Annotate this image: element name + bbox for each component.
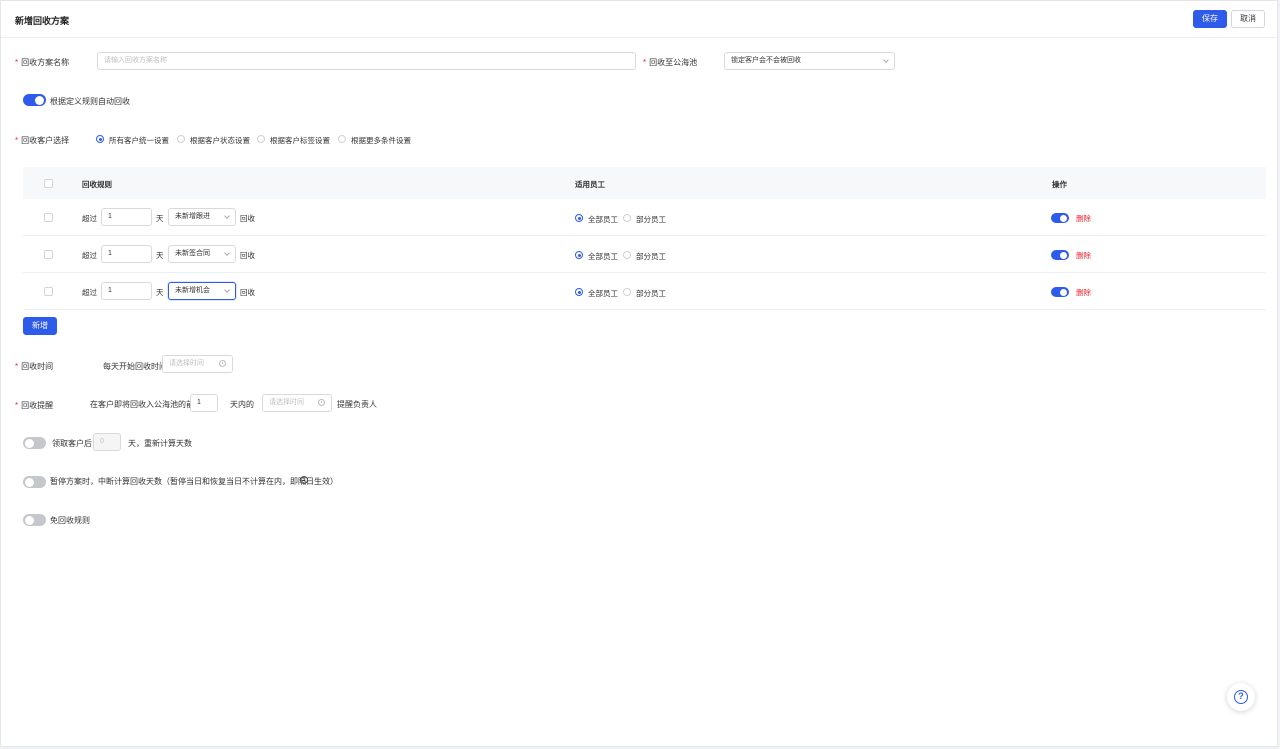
staff-part-label: 部分员工 bbox=[636, 289, 666, 298]
claim-recalc-toggle[interactable] bbox=[23, 437, 46, 449]
radio-by-status-label: 根据客户状态设置 bbox=[190, 136, 250, 145]
rule-prefix: 超过 bbox=[82, 214, 97, 223]
exempt-label: 免回收规则 bbox=[50, 516, 90, 525]
rule-enable-toggle[interactable] bbox=[1051, 250, 1069, 260]
rule-prefix: 超过 bbox=[82, 288, 97, 297]
chevron-down-icon bbox=[883, 57, 889, 63]
delete-link[interactable]: 删除 bbox=[1076, 213, 1091, 224]
table-row: 超过 1 天 未新增跟进 回收 全部员工 部分员工 删除 bbox=[23, 199, 1266, 236]
clock-icon bbox=[219, 360, 226, 367]
auto-recycle-toggle[interactable] bbox=[23, 94, 46, 106]
save-button[interactable]: 保存 bbox=[1193, 10, 1227, 28]
rule-condition-value: 未新签合同 bbox=[175, 250, 210, 257]
rule-unit: 天 bbox=[156, 214, 164, 223]
staff-part-label: 部分员工 bbox=[636, 215, 666, 224]
auto-recycle-label: 根据定义规则自动回收 bbox=[50, 97, 130, 106]
recycle-plan-page: 新增回收方案 保存 取消 * 回收方案名称 请输入回收方案名称 * 回收至公海池 锁… bbox=[0, 0, 1278, 747]
add-rule-button[interactable]: 新增 bbox=[23, 317, 57, 335]
pool-select-value: 锁定客户会不会被回收 bbox=[731, 57, 801, 64]
recycle-time-prefix: 每天开始回收时间 bbox=[103, 362, 167, 371]
recycle-time-placeholder: 请选择时间 bbox=[169, 360, 204, 367]
table-row: 超过 1 天 未新增机会 回收 全部员工 部分员工 删除 bbox=[23, 273, 1266, 310]
rule-suffix: 回收 bbox=[240, 288, 255, 297]
claim-prefix: 领取客户后 bbox=[52, 439, 92, 448]
delete-link[interactable]: 删除 bbox=[1076, 287, 1091, 298]
clock-icon bbox=[318, 399, 325, 406]
reminder-label: * 回收提醒 bbox=[15, 401, 54, 410]
reminder-time-picker[interactable]: 请选择时间 bbox=[262, 394, 332, 412]
plan-name-input[interactable]: 请输入回收方案名称 bbox=[97, 52, 636, 70]
staff-all-radio[interactable] bbox=[575, 251, 583, 259]
reminder-days-input[interactable]: 1 bbox=[190, 394, 218, 412]
rule-days-input[interactable]: 1 bbox=[101, 282, 152, 300]
reminder-middle: 天内的 bbox=[230, 400, 254, 409]
pool-select[interactable]: 锁定客户会不会被回收 bbox=[724, 52, 895, 70]
help-circle-icon[interactable]: ? bbox=[300, 476, 308, 484]
rule-enable-toggle[interactable] bbox=[1051, 287, 1069, 297]
page-header: 新增回收方案 保存 取消 bbox=[1, 1, 1277, 38]
rule-condition-value: 未新增机会 bbox=[175, 287, 210, 294]
select-all-checkbox[interactable] bbox=[44, 179, 53, 188]
rule-unit: 天 bbox=[156, 288, 164, 297]
radio-by-tag-label: 根据客户标签设置 bbox=[270, 136, 330, 145]
delete-link[interactable]: 删除 bbox=[1076, 250, 1091, 261]
claim-days-input[interactable]: 0 bbox=[93, 433, 121, 451]
customer-select-label: * 回收客户选择 bbox=[15, 136, 70, 145]
recycle-time-picker[interactable]: 请选择时间 bbox=[162, 355, 233, 373]
rule-condition-select[interactable]: 未新签合同 bbox=[168, 245, 236, 263]
rule-condition-value: 未新增跟进 bbox=[175, 213, 210, 220]
cancel-button[interactable]: 取消 bbox=[1231, 10, 1265, 28]
claim-suffix: 天，重新计算天数 bbox=[128, 439, 192, 448]
reminder-suffix: 提醒负责人 bbox=[337, 400, 377, 409]
reminder-prefix: 在客户即将回收入公海池的前 bbox=[90, 400, 194, 409]
staff-part-radio[interactable] bbox=[623, 251, 631, 259]
staff-all-label: 全部员工 bbox=[588, 252, 618, 261]
radio-by-status[interactable] bbox=[177, 135, 185, 143]
staff-all-label: 全部员工 bbox=[588, 289, 618, 298]
staff-all-radio[interactable] bbox=[575, 288, 583, 296]
radio-by-tag[interactable] bbox=[257, 135, 265, 143]
rule-suffix: 回收 bbox=[240, 214, 255, 223]
staff-all-label: 全部员工 bbox=[588, 215, 618, 224]
staff-part-radio[interactable] bbox=[623, 214, 631, 222]
rule-days-input[interactable]: 1 bbox=[101, 245, 152, 263]
rule-condition-select[interactable]: 未新增跟进 bbox=[168, 208, 236, 226]
rule-enable-toggle[interactable] bbox=[1051, 213, 1069, 223]
page-title: 新增回收方案 bbox=[15, 16, 70, 26]
staff-part-label: 部分员工 bbox=[636, 252, 666, 261]
chevron-down-icon bbox=[224, 250, 230, 256]
rules-table: 回收规则 适用员工 操作 超过 1 天 未新增跟进 回收 全部员工 部分员工 删… bbox=[23, 167, 1266, 310]
rule-days-input[interactable]: 1 bbox=[101, 208, 152, 226]
radio-all-customers-label: 所有客户统一设置 bbox=[109, 136, 169, 145]
chevron-down-icon bbox=[224, 213, 230, 219]
staff-part-radio[interactable] bbox=[623, 288, 631, 296]
question-icon: ? bbox=[1234, 690, 1248, 704]
row-checkbox[interactable] bbox=[44, 213, 53, 222]
rule-condition-select[interactable]: 未新增机会 bbox=[168, 282, 236, 300]
recycle-time-label: * 回收时间 bbox=[15, 362, 54, 371]
reminder-time-placeholder: 请选择时间 bbox=[269, 399, 304, 406]
radio-by-more[interactable] bbox=[338, 135, 346, 143]
rule-unit: 天 bbox=[156, 251, 164, 260]
staff-all-radio[interactable] bbox=[575, 214, 583, 222]
radio-all-customers[interactable] bbox=[96, 135, 104, 143]
header-action: 操作 bbox=[1052, 180, 1067, 189]
pool-label: * 回收至公海池 bbox=[643, 58, 698, 67]
plan-name-label: * 回收方案名称 bbox=[15, 58, 70, 67]
chevron-down-icon bbox=[224, 287, 230, 293]
row-checkbox[interactable] bbox=[44, 250, 53, 259]
help-floating-button[interactable]: ? bbox=[1227, 683, 1255, 711]
header-staff: 适用员工 bbox=[575, 180, 605, 189]
table-row: 超过 1 天 未新签合同 回收 全部员工 部分员工 删除 bbox=[23, 236, 1266, 273]
pause-label: 暂停方案时，中断计算回收天数（暂停当日和恢复当日不计算在内，即隔日生效） bbox=[50, 477, 338, 486]
rule-suffix: 回收 bbox=[240, 251, 255, 260]
header-rule: 回收规则 bbox=[82, 180, 112, 189]
pause-toggle[interactable] bbox=[23, 476, 46, 488]
table-header: 回收规则 适用员工 操作 bbox=[23, 167, 1266, 199]
exempt-toggle[interactable] bbox=[23, 514, 46, 526]
rule-prefix: 超过 bbox=[82, 251, 97, 260]
radio-by-more-label: 根据更多条件设置 bbox=[351, 136, 411, 145]
row-checkbox[interactable] bbox=[44, 287, 53, 296]
